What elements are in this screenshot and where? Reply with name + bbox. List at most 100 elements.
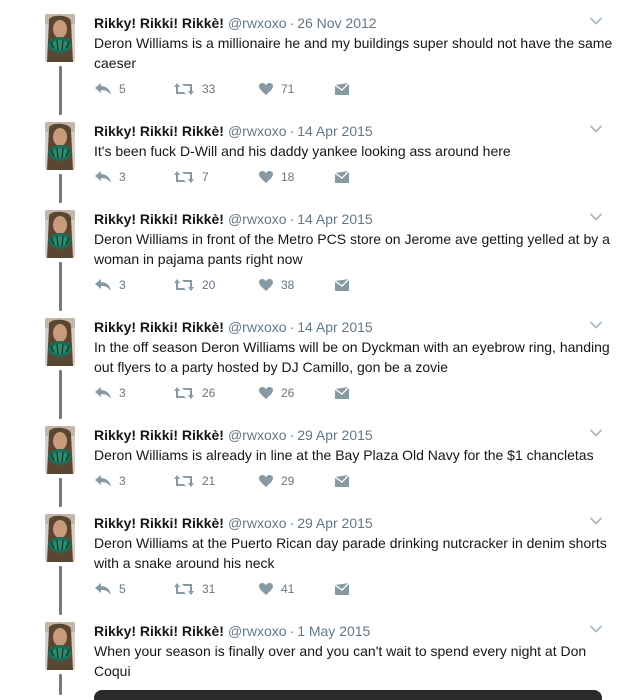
heart-icon xyxy=(258,474,274,488)
avatar[interactable] xyxy=(45,14,75,62)
display-name[interactable]: Rikky! Rikki! Rikkè! xyxy=(94,515,224,531)
direct-message-button[interactable] xyxy=(334,471,350,491)
reply-button[interactable]: 3 xyxy=(94,167,126,187)
user-handle[interactable]: @rwxoxo xyxy=(228,623,287,639)
separator: · xyxy=(289,211,295,227)
tweet-header: Rikky! Rikki! Rikkè! @rwxoxo · 29 Apr 2015 xyxy=(94,514,373,532)
reply-icon xyxy=(94,474,112,488)
like-button[interactable]: 29 xyxy=(258,471,294,491)
reply-count: 3 xyxy=(119,386,126,400)
chevron-down-icon[interactable] xyxy=(589,122,603,136)
avatar[interactable] xyxy=(45,426,75,474)
retweet-count: 26 xyxy=(202,386,216,400)
timestamp[interactable]: 14 Apr 2015 xyxy=(297,211,373,227)
like-count: 26 xyxy=(281,386,295,400)
tweet-text: Deron Williams is already in line at the… xyxy=(94,447,594,463)
retweet-button[interactable]: 7 xyxy=(173,167,209,187)
direct-message-button[interactable] xyxy=(334,167,350,187)
timestamp[interactable]: 14 Apr 2015 xyxy=(297,319,373,335)
avatar[interactable] xyxy=(45,318,75,366)
user-handle[interactable]: @rwxoxo xyxy=(228,123,287,139)
tweet-text: Deron Williams in front of the Metro PCS… xyxy=(94,231,610,267)
reply-icon xyxy=(94,278,112,292)
avatar[interactable] xyxy=(45,210,75,258)
retweet-icon xyxy=(173,278,195,292)
user-handle[interactable]: @rwxoxo xyxy=(228,427,287,443)
heart-icon xyxy=(258,386,274,400)
retweet-button[interactable]: 21 xyxy=(173,471,215,491)
like-count: 71 xyxy=(281,82,295,96)
direct-message-button[interactable] xyxy=(334,79,350,99)
direct-message-button[interactable] xyxy=(334,383,350,403)
like-count: 41 xyxy=(281,582,295,596)
thread-connector-line xyxy=(59,674,62,695)
timestamp[interactable]: 14 Apr 2015 xyxy=(297,123,373,139)
display-name[interactable]: Rikky! Rikki! Rikkè! xyxy=(94,123,224,139)
chevron-down-icon[interactable] xyxy=(589,14,603,28)
chevron-down-icon[interactable] xyxy=(589,210,603,224)
media-preview[interactable] xyxy=(94,690,602,700)
tweet-header: Rikky! Rikki! Rikkè! @rwxoxo · 14 Apr 2015 xyxy=(94,210,373,228)
display-name[interactable]: Rikky! Rikki! Rikkè! xyxy=(94,623,224,639)
retweet-button[interactable]: 26 xyxy=(173,383,215,403)
separator: · xyxy=(289,15,295,31)
like-count: 29 xyxy=(281,474,295,488)
separator: · xyxy=(289,515,295,531)
display-name[interactable]: Rikky! Rikki! Rikkè! xyxy=(94,211,224,227)
reply-count: 3 xyxy=(119,474,126,488)
direct-message-button[interactable] xyxy=(334,275,350,295)
tweet-text: Deron Williams at the Puerto Rican day p… xyxy=(94,535,607,571)
user-handle[interactable]: @rwxoxo xyxy=(228,319,287,335)
reply-button[interactable]: 5 xyxy=(94,79,126,99)
chevron-down-icon[interactable] xyxy=(589,318,603,332)
retweet-button[interactable]: 20 xyxy=(173,275,215,295)
tweet-text: It's been fuck D-Will and his daddy yank… xyxy=(94,143,511,159)
tweet-header: Rikky! Rikki! Rikkè! @rwxoxo · 29 Apr 2015 xyxy=(94,426,373,444)
tweet-text: When your season is finally over and you… xyxy=(94,643,587,679)
heart-icon xyxy=(258,170,274,184)
chevron-down-icon[interactable] xyxy=(589,426,603,440)
avatar[interactable] xyxy=(45,514,75,562)
retweet-count: 33 xyxy=(202,82,216,96)
reply-button[interactable]: 3 xyxy=(94,383,126,403)
like-button[interactable]: 18 xyxy=(258,167,294,187)
like-count: 18 xyxy=(281,170,295,184)
retweet-button[interactable]: 31 xyxy=(173,579,215,599)
user-handle[interactable]: @rwxoxo xyxy=(228,15,287,31)
thread-connector-line xyxy=(59,262,62,311)
thread-connector-line xyxy=(59,370,62,419)
timestamp[interactable]: 29 Apr 2015 xyxy=(297,427,373,443)
retweet-button[interactable]: 33 xyxy=(173,79,215,99)
user-handle[interactable]: @rwxoxo xyxy=(228,211,287,227)
reply-count: 5 xyxy=(119,582,126,596)
like-button[interactable]: 71 xyxy=(258,79,294,99)
chevron-down-icon[interactable] xyxy=(589,514,603,528)
reply-button[interactable]: 3 xyxy=(94,471,126,491)
timestamp[interactable]: 29 Apr 2015 xyxy=(297,515,373,531)
retweet-count: 21 xyxy=(202,474,216,488)
like-button[interactable]: 38 xyxy=(258,275,294,295)
separator: · xyxy=(289,319,295,335)
tweet-header: Rikky! Rikki! Rikkè! @rwxoxo · 26 Nov 2012 xyxy=(94,14,377,32)
reply-button[interactable]: 3 xyxy=(94,275,126,295)
direct-message-button[interactable] xyxy=(334,579,350,599)
tweet-header: Rikky! Rikki! Rikkè! @rwxoxo · 14 Apr 2015 xyxy=(94,318,373,336)
like-button[interactable]: 26 xyxy=(258,383,294,403)
envelope-icon xyxy=(334,474,350,488)
chevron-down-icon[interactable] xyxy=(589,622,603,636)
reply-count: 3 xyxy=(119,278,126,292)
display-name[interactable]: Rikky! Rikki! Rikkè! xyxy=(94,319,224,335)
timestamp[interactable]: 26 Nov 2012 xyxy=(297,15,376,31)
retweet-icon xyxy=(173,386,195,400)
retweet-icon xyxy=(173,170,195,184)
user-handle[interactable]: @rwxoxo xyxy=(228,515,287,531)
avatar[interactable] xyxy=(45,622,75,670)
display-name[interactable]: Rikky! Rikki! Rikkè! xyxy=(94,15,224,31)
like-button[interactable]: 41 xyxy=(258,579,294,599)
heart-icon xyxy=(258,82,274,96)
separator: · xyxy=(289,623,295,639)
reply-button[interactable]: 5 xyxy=(94,579,126,599)
timestamp[interactable]: 1 May 2015 xyxy=(297,623,370,639)
avatar[interactable] xyxy=(45,122,75,170)
display-name[interactable]: Rikky! Rikki! Rikkè! xyxy=(94,427,224,443)
